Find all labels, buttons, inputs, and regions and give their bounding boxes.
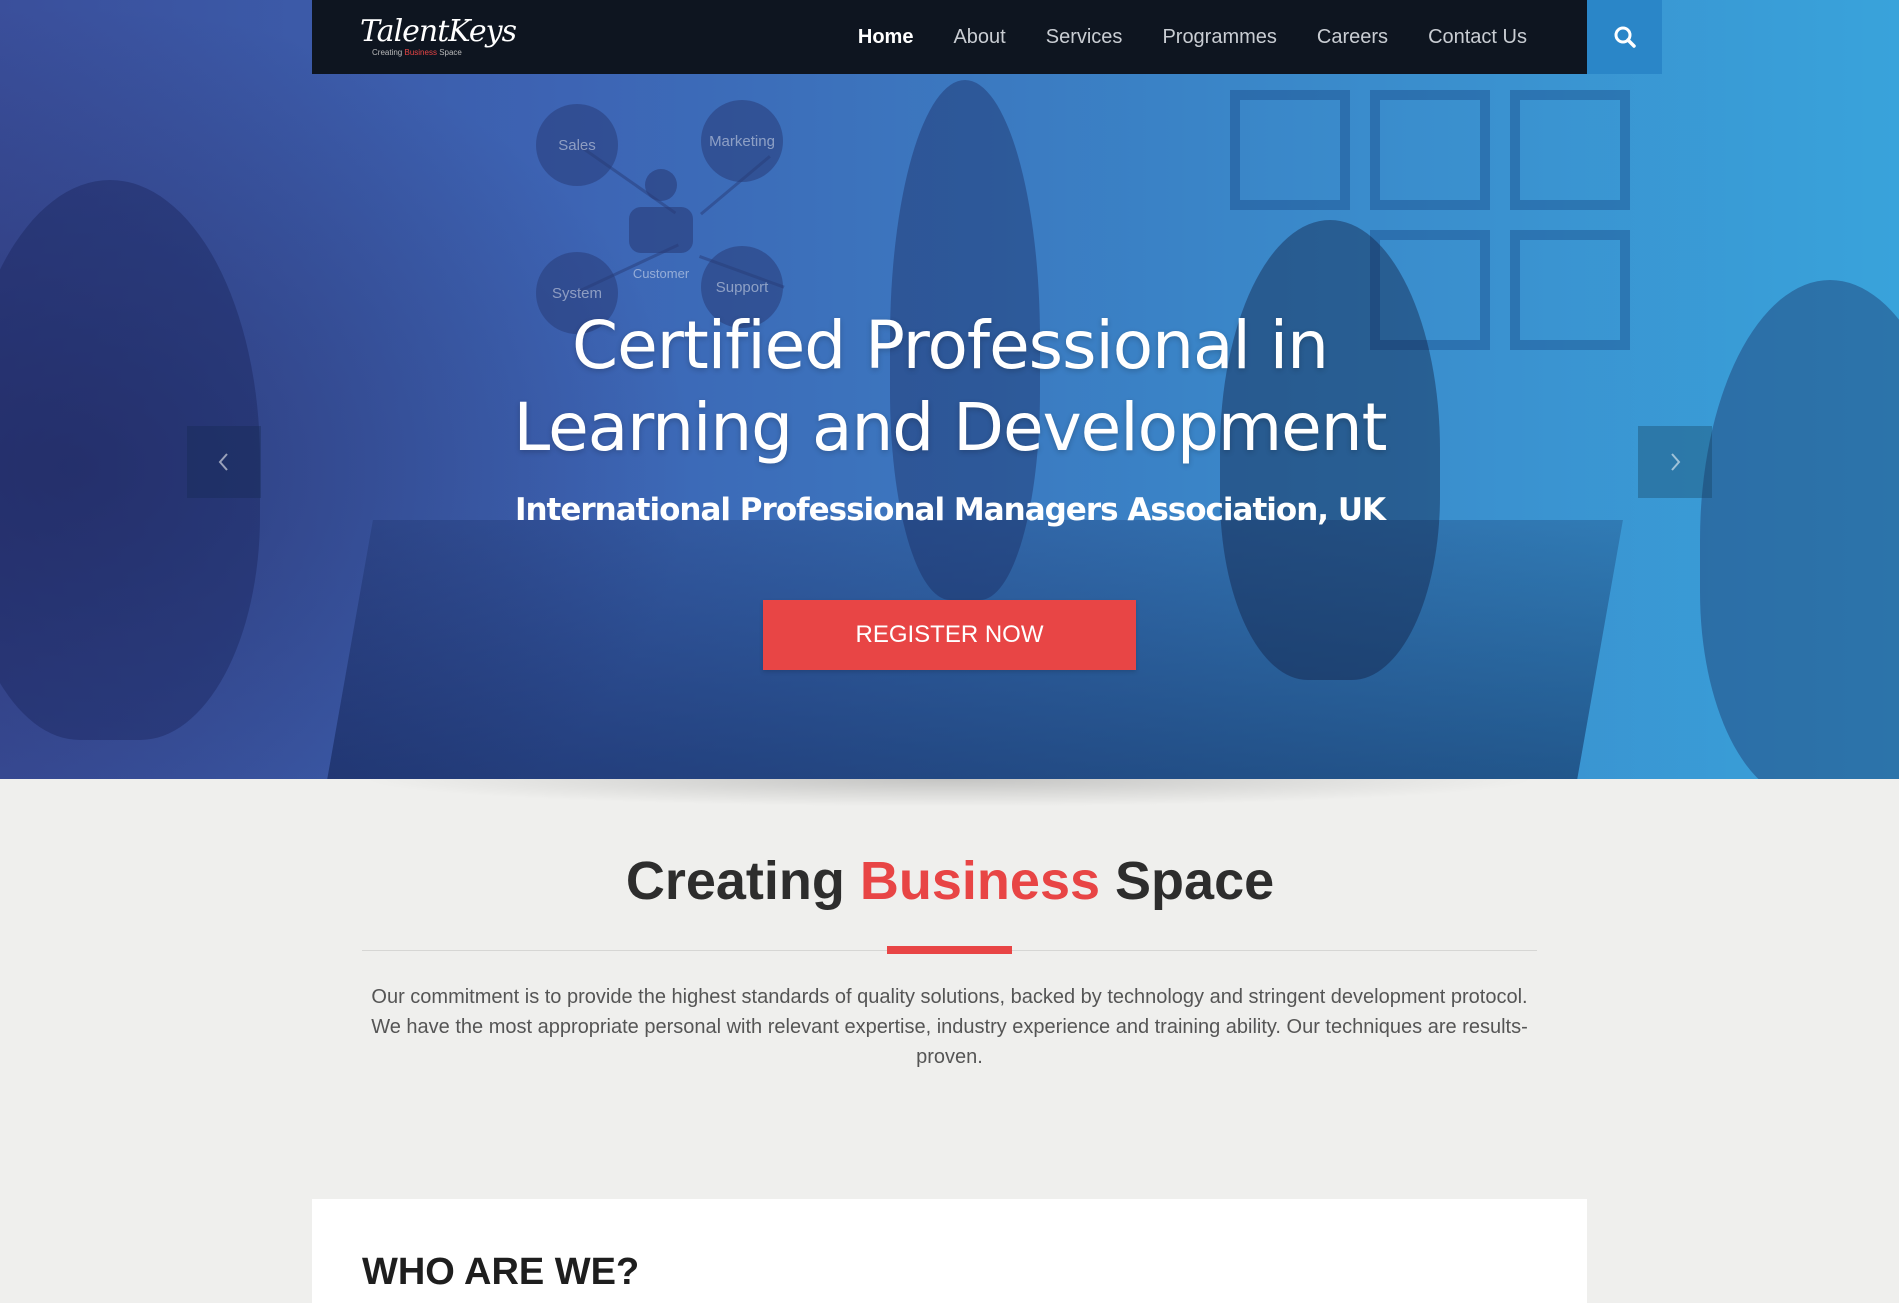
carousel-next-button[interactable] — [1638, 426, 1712, 498]
intro-paragraph: Our commitment is to provide the highest… — [371, 986, 1528, 1068]
section-title-part: Space — [1115, 851, 1275, 911]
nav-item-careers[interactable]: Careers — [1317, 26, 1388, 49]
logo-tagline-suffix: Space — [439, 48, 462, 57]
logo-tagline: Creating Business Space — [372, 48, 462, 57]
background-window — [1510, 230, 1630, 350]
nav-item-about[interactable]: About — [953, 26, 1005, 49]
register-now-button[interactable]: REGISTER NOW — [763, 600, 1136, 670]
hero-banner: Sales Marketing System Customer Support … — [0, 0, 1899, 779]
hero-title-line: Certified Professional in — [572, 307, 1329, 384]
who-are-we-card: WHO ARE WE? — [312, 1199, 1587, 1303]
logo[interactable]: TalentKeys Creating Business Space — [360, 14, 517, 60]
search-icon — [1614, 26, 1636, 48]
background-window — [1510, 90, 1630, 210]
diagram-bubble: Sales — [536, 104, 618, 186]
background-window — [1370, 90, 1490, 210]
search-button[interactable] — [1587, 0, 1662, 74]
logo-tagline-accent: Business — [404, 48, 437, 57]
logo-tagline-prefix: Creating — [372, 48, 403, 57]
background-window — [1230, 90, 1350, 210]
background-person — [1700, 280, 1899, 779]
hero-title: Certified Professional in Learning and D… — [450, 305, 1450, 469]
diagram-label: Customer — [632, 265, 690, 281]
section-underline-accent — [887, 946, 1012, 954]
section-title-part: Creating — [625, 851, 845, 911]
nav-item-programmes[interactable]: Programmes — [1162, 26, 1276, 49]
hero-bottom-shadow — [312, 779, 1587, 809]
diagram-bubble: Marketing — [701, 100, 783, 182]
carousel-prev-button[interactable] — [187, 426, 261, 498]
section-title: Creating Business Space — [360, 850, 1540, 912]
section-title-accent: Business — [859, 851, 1101, 911]
who-are-we-heading: WHO ARE WE? — [362, 1251, 640, 1293]
chevron-left-icon — [218, 453, 228, 471]
hero-subtitle: International Professional Managers Asso… — [514, 492, 1386, 528]
top-navbar: TalentKeys Creating Business Space Home … — [312, 0, 1587, 74]
nav-item-services[interactable]: Services — [1046, 26, 1123, 49]
main-nav: Home About Services Programmes Careers C… — [818, 0, 1527, 74]
nav-item-home[interactable]: Home — [858, 26, 914, 49]
hero-title-line: Learning and Development — [513, 389, 1388, 466]
nav-item-contact-us[interactable]: Contact Us — [1428, 26, 1527, 49]
chevron-right-icon — [1671, 453, 1681, 471]
logo-wordmark: TalentKeys — [360, 14, 517, 49]
diagram-person-icon — [629, 169, 693, 253]
